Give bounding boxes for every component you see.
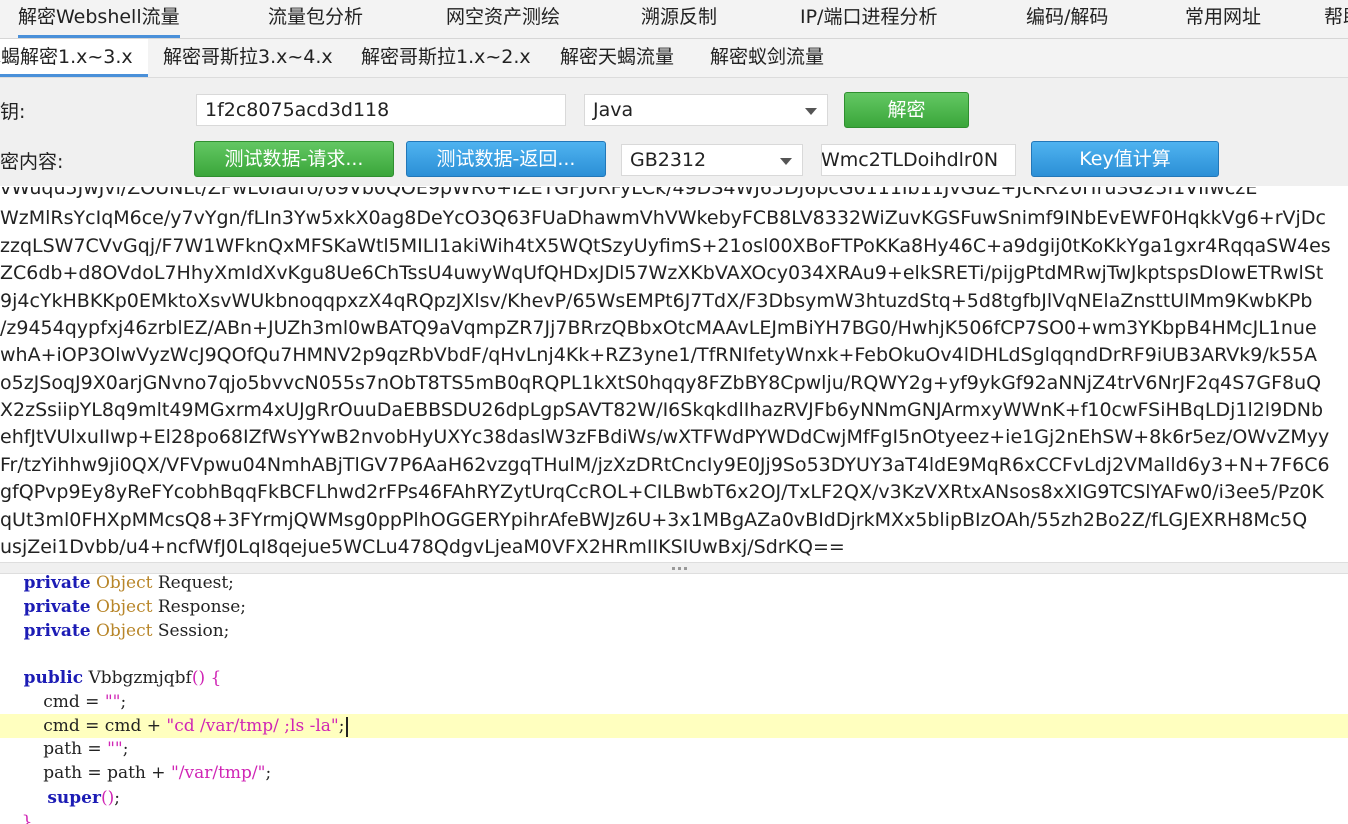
code-line: path = ""; [0, 739, 129, 759]
tab-ip-port-process[interactable]: IP/端口进程分析 [800, 0, 937, 36]
code-line: } [0, 812, 33, 824]
encoding-select-value: GB2312 [630, 149, 707, 171]
code-line: path = path + "/var/tmp/"; [0, 763, 272, 783]
main-menu-bar: 解密Webshell流量 流量包分析 网空资产测绘 溯源反制 IP/端口进程分析… [0, 0, 1348, 39]
code-line: super(); [0, 788, 120, 808]
code-line: private Object Response; [0, 597, 247, 617]
tab-traffic-analysis[interactable]: 流量包分析 [268, 0, 363, 36]
test-response-button[interactable]: 测试数据-返回... [406, 141, 606, 177]
key-label: 密钥: [0, 101, 26, 123]
decrypt-button[interactable]: 解密 [844, 92, 969, 128]
cipher-line: zzqLSW7CVvGqj/F7W1WFknQxMFSKaWtl5MILI1ak… [0, 235, 1331, 257]
key-calc-input[interactable]: Wmc2TLDoihdlr0N [821, 144, 1016, 176]
decrypt-form: 密钥: 1f2c8075acd3d118 Java 解密 解密内容: 测试数据-… [0, 78, 1348, 186]
cipher-line: WzMlRsYcIqM6ce/y7vYgn/fLIn3Yw5xkX0ag8DeY… [0, 207, 1326, 229]
tab-asset-mapping[interactable]: 网空资产测绘 [446, 0, 560, 36]
subtab-label: 冰蝎解密1.x~3.x [0, 46, 133, 68]
code-line: private Object Request; [0, 575, 234, 593]
language-select-value: Java [593, 99, 634, 121]
cipher-line: ZC6db+d8OVdoL7HhyXmIdXvKgu8Ue6ChTssU4uwy… [0, 262, 1324, 284]
cipher-line: gfQPvp9Ey8yReFYcobhBqqFkBCFLhwd2rFPs46FA… [0, 481, 1324, 503]
tab-encode-decode[interactable]: 编码/解码 [1026, 0, 1108, 36]
subtab-godzilla-3x-4x[interactable]: 解密哥斯拉3.x~4.x [163, 39, 333, 77]
pane-splitter[interactable] [0, 562, 1348, 574]
text-cursor [346, 716, 349, 737]
cipher-line: /z9454qypfxj46zrblEZ/ABn+JUZh3ml0wBATQ9a… [0, 317, 1317, 339]
key-input[interactable]: 1f2c8075acd3d118 [196, 94, 566, 126]
cipher-line: Fr/tzYihhw9ji0QX/VFVpwu04NmhABjTlGV7P6Aa… [0, 454, 1330, 476]
tab-help[interactable]: 帮助 [1324, 0, 1348, 36]
code-line-highlighted: cmd = cmd + "cd /var/tmp/ ;ls -la"; [0, 714, 1348, 738]
key-calc-button[interactable]: Key值计算 [1031, 141, 1219, 177]
decrypted-code-view[interactable]: private Object Request; private Object R… [0, 575, 1348, 824]
tab-common-urls[interactable]: 常用网址 [1185, 0, 1261, 36]
language-select[interactable]: Java [584, 94, 828, 126]
sub-tab-bar: 冰蝎解密1.x~3.x 解密哥斯拉3.x~4.x 解密哥斯拉1.x~2.x 解密… [0, 39, 1348, 78]
cipher-line: qUt3ml0FHXpMMcsQ8+3FYrmjQWMsg0ppPlhOGGER… [0, 509, 1308, 531]
cipher-line: whA+iOP3OlwVyzWcJ9QOfQu7HMNV2p9qzRbVbdF/… [0, 344, 1317, 366]
tab-trace-back[interactable]: 溯源反制 [641, 0, 717, 36]
cipher-text-area[interactable]: vWuqu5JwJvl/ZOUNLt/ZFwL0Iauro/69Vb0QOE9p… [0, 187, 1348, 562]
cipher-line: usjZei1Dvbb/u4+ncfWfJ0LqI8qejue5WCLu478Q… [0, 536, 845, 558]
test-request-button[interactable]: 测试数据-请求... [194, 141, 394, 177]
subtab-antsword[interactable]: 解密蚁剑流量 [710, 39, 824, 77]
cipher-line: o5zJSoqJ9X0arjGNvno7qjo5bvvcN055s7nObT8T… [0, 372, 1322, 394]
cipher-line: ehfJtVUlxuIIwp+El28po68IZfWsYYwB2nvobHyU… [0, 426, 1330, 448]
chevron-down-icon [805, 108, 817, 115]
subtab-behinder-1x-3x[interactable]: 冰蝎解密1.x~3.x [0, 39, 148, 77]
subtab-godzilla-1x-2x[interactable]: 解密哥斯拉1.x~2.x [361, 39, 531, 77]
subtab-tianxie[interactable]: 解密天蝎流量 [560, 39, 674, 77]
code-line: cmd = ""; [0, 692, 127, 712]
code-line: public Vbbgzmjqbf() { [0, 668, 222, 688]
content-label: 解密内容: [0, 151, 64, 173]
tab-decrypt-webshell[interactable]: 解密Webshell流量 [18, 0, 180, 38]
cipher-line: 9j4cYkHBKKp0EMktoXsvWUkbnoqqpxzX4qRQpzJX… [0, 290, 1313, 312]
cipher-line: vWuqu5JwJvl/ZOUNLt/ZFwL0Iauro/69Vb0QOE9p… [0, 187, 1258, 199]
chevron-down-icon [780, 158, 792, 165]
cipher-line: X2zSsiipYL8q9mlt49MGxrm4xUJgRrOuuDaEBBSD… [0, 399, 1324, 421]
grip-icon [672, 567, 688, 570]
encoding-select[interactable]: GB2312 [621, 144, 803, 176]
code-line: private Object Session; [0, 621, 230, 641]
